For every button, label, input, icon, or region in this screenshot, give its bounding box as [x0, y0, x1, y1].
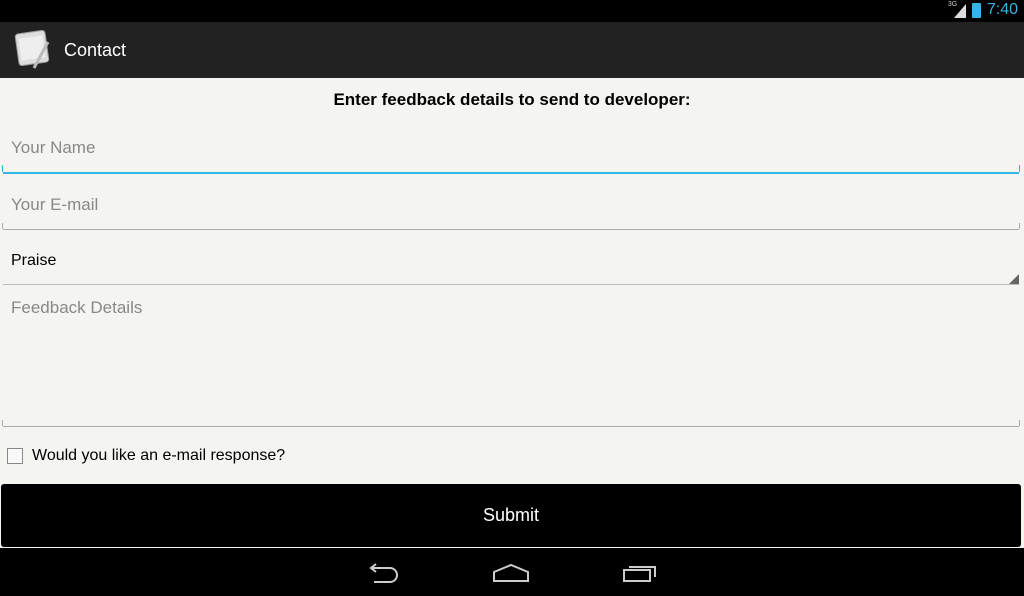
- back-icon[interactable]: [366, 562, 400, 584]
- battery-charging-icon: [971, 2, 981, 18]
- notepad-pencil-app-icon[interactable]: [14, 28, 56, 70]
- email-input[interactable]: Your E-mail: [2, 185, 1020, 230]
- signal-icon: 3G: [948, 1, 966, 18]
- navigation-bar: [0, 548, 1024, 596]
- email-placeholder: Your E-mail: [11, 195, 99, 214]
- status-bar: 3G 7:40: [0, 0, 1024, 22]
- name-placeholder: Your Name: [11, 138, 96, 157]
- form-heading: Enter feedback details to send to develo…: [333, 90, 691, 109]
- email-response-row[interactable]: Would you like an e-mail response?: [7, 447, 285, 465]
- details-placeholder: Feedback Details: [11, 298, 143, 317]
- clock: 7:40: [986, 1, 1018, 18]
- home-icon[interactable]: [492, 562, 530, 584]
- recent-apps-icon[interactable]: [622, 562, 658, 584]
- feedback-type-value: Praise: [11, 252, 57, 269]
- email-response-checkbox[interactable]: [7, 448, 23, 464]
- name-input[interactable]: Your Name: [2, 128, 1020, 174]
- submit-button[interactable]: Submit: [1, 484, 1021, 547]
- page-title: Contact: [64, 40, 127, 60]
- dropdown-triangle-icon: [1009, 274, 1019, 284]
- email-response-label[interactable]: Would you like an e-mail response?: [32, 447, 285, 465]
- feedback-details-input[interactable]: Feedback Details: [2, 288, 1020, 427]
- feedback-type-spinner[interactable]: Praise: [3, 240, 1019, 285]
- action-bar: Contact: [0, 22, 1024, 78]
